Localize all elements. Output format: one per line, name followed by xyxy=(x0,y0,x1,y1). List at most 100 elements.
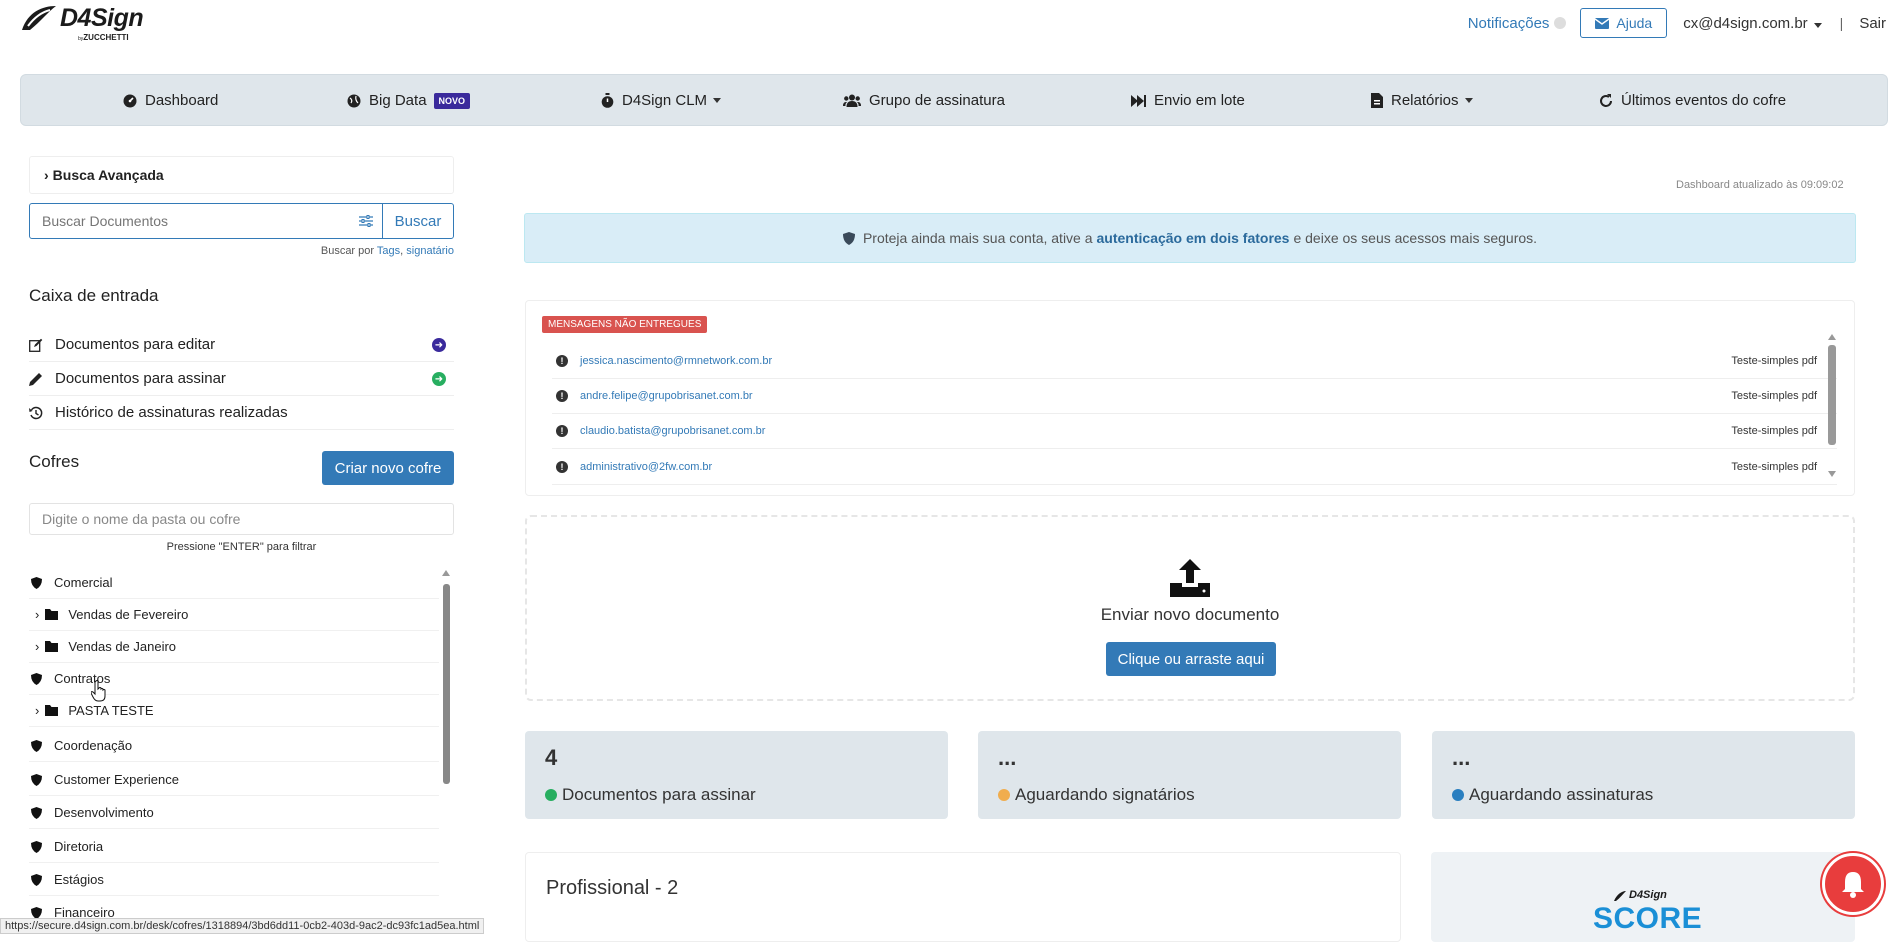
shield-icon xyxy=(31,906,42,919)
dashboard-icon xyxy=(123,94,137,107)
folder-item[interactable]: › Vendas de Fevereiro xyxy=(29,599,439,631)
score-panel[interactable]: D4Sign SCORE xyxy=(1431,852,1855,942)
logo-text: D4Sign xyxy=(60,4,144,32)
inbox-item-edit[interactable]: Documentos para editar ➜ xyxy=(29,328,454,362)
folder-icon xyxy=(45,641,59,652)
notification-dot-icon xyxy=(1554,17,1567,29)
scroll-up-icon[interactable] xyxy=(1828,334,1836,340)
filter-settings-icon[interactable] xyxy=(349,204,383,238)
exclamation-icon: ! xyxy=(556,425,568,437)
scroll-down-icon[interactable] xyxy=(1828,471,1836,477)
nav-grupo-assinatura[interactable]: Grupo de assinatura xyxy=(843,92,1005,109)
folder-item[interactable]: › Vendas de Janeiro xyxy=(29,631,439,663)
history-icon xyxy=(29,406,49,420)
two-factor-link[interactable]: autenticação em dois fatores xyxy=(1097,230,1290,246)
upload-button[interactable]: Clique ou arraste aqui xyxy=(1106,642,1276,676)
edit-icon xyxy=(29,338,49,352)
undelivered-row[interactable]: ! administrativo@2fw.com.br Teste-simple… xyxy=(552,450,1837,485)
new-badge: NOVO xyxy=(433,92,471,109)
recipient-email[interactable]: andre.felipe@grupobrisanet.com.br xyxy=(580,390,753,402)
recipient-email[interactable]: claudio.batista@grupobrisanet.com.br xyxy=(580,425,765,437)
inbox-item-history[interactable]: Histórico de assinaturas realizadas xyxy=(29,396,454,430)
globe-icon xyxy=(347,94,361,107)
nav-big-data[interactable]: Big Data NOVO xyxy=(347,92,471,109)
cofre-item[interactable]: Desenvolvimento xyxy=(29,797,439,829)
stat-value: ... xyxy=(998,745,1017,770)
cofre-item[interactable]: Diretoria xyxy=(29,831,439,863)
user-menu[interactable]: cx@d4sign.com.br xyxy=(1683,14,1822,32)
nav-label: Envio em lote xyxy=(1154,92,1245,109)
cofre-filter-input[interactable]: Digite o nome da pasta ou cofre xyxy=(29,503,454,535)
d4sign-logo[interactable]: D4Sign byZUCCHETTI xyxy=(18,4,144,42)
inbox-item-sign[interactable]: Documentos para assinar ➜ xyxy=(29,362,454,396)
stat-card-awaiting-signers[interactable]: ... Aguardando signatários xyxy=(978,731,1401,819)
search-button[interactable]: Buscar xyxy=(383,204,453,238)
cofre-item[interactable]: Customer Experience xyxy=(29,764,439,796)
main-nav: Dashboard Big Data NOVO D4Sign CLM Grupo… xyxy=(20,74,1888,126)
pencil-icon xyxy=(29,372,49,386)
inbox-title: Caixa de entrada xyxy=(29,286,159,305)
arrow-right-icon: ➜ xyxy=(432,372,446,386)
nav-label: Grupo de assinatura xyxy=(869,92,1005,109)
document-search: Buscar xyxy=(29,203,454,239)
help-button[interactable]: Ajuda xyxy=(1580,8,1668,38)
cofre-item[interactable]: Comercial xyxy=(29,567,439,599)
status-dot-icon xyxy=(545,789,557,801)
signer-link[interactable]: signatário xyxy=(406,245,454,257)
nav-label: Relatórios xyxy=(1391,92,1459,109)
recipient-email[interactable]: jessica.nascimento@rmnetwork.com.br xyxy=(580,355,772,367)
shield-icon xyxy=(31,739,42,752)
nav-envio-lote[interactable]: Envio em lote xyxy=(1131,92,1245,109)
nav-relatorios[interactable]: Relatórios xyxy=(1371,92,1473,109)
notifications-link[interactable]: Notificações xyxy=(1468,15,1567,32)
chevron-right-icon[interactable]: › xyxy=(35,639,39,654)
stat-label: Aguardando assinaturas xyxy=(1469,785,1654,804)
cofre-tree: Comercial › Vendas de Fevereiro › Vendas… xyxy=(29,567,439,929)
scroll-up-icon[interactable] xyxy=(442,570,450,576)
stat-value: ... xyxy=(1452,745,1471,770)
user-email: cx@d4sign.com.br xyxy=(1683,14,1808,32)
top-header: D4Sign byZUCCHETTI Notificações Ajuda cx… xyxy=(0,0,1904,54)
nav-label: D4Sign CLM xyxy=(622,92,708,109)
advanced-search-toggle[interactable]: › Busca Avançada xyxy=(29,156,454,194)
nav-label: Big Data xyxy=(369,92,427,109)
undelivered-row[interactable]: ! claudio.batista@grupobrisanet.com.br T… xyxy=(552,414,1837,449)
plan-title: Profissional - 2 xyxy=(546,877,679,899)
recipient-email[interactable]: administrativo@2fw.com.br xyxy=(580,461,712,473)
nav-d4sign-clm[interactable]: D4Sign CLM xyxy=(601,92,722,109)
envelope-icon xyxy=(1595,17,1610,29)
nav-label: Últimos eventos do cofre xyxy=(1621,92,1787,109)
cofre-item[interactable]: Coordenação xyxy=(29,730,439,762)
refresh-icon xyxy=(1600,93,1612,107)
stat-card-to-sign[interactable]: 4 Documentos para assinar xyxy=(525,731,948,819)
fast-forward-icon xyxy=(1131,94,1146,107)
search-input[interactable] xyxy=(30,204,349,238)
cofre-filter-hint: Pressione "ENTER" para filtrar xyxy=(166,541,317,553)
header-separator: | xyxy=(1839,15,1844,31)
tags-link[interactable]: Tags xyxy=(377,245,400,257)
chevron-right-icon[interactable]: › xyxy=(35,607,39,622)
upload-dropzone[interactable]: Enviar novo documento Clique ou arraste … xyxy=(525,515,1855,701)
notifications-label: Notificações xyxy=(1467,14,1550,32)
folder-icon xyxy=(45,609,59,620)
logout-link[interactable]: Sair xyxy=(1859,15,1886,32)
stat-card-awaiting-signatures[interactable]: ... Aguardando assinaturas xyxy=(1432,731,1855,819)
cofre-item[interactable]: Estágios xyxy=(29,864,439,896)
create-cofre-button[interactable]: Criar novo cofre xyxy=(322,451,454,485)
chevron-right-icon[interactable]: › xyxy=(35,703,39,718)
stat-label: Documentos para assinar xyxy=(562,785,756,804)
shield-icon xyxy=(31,873,42,886)
plan-panel: Profissional - 2 xyxy=(525,852,1401,942)
report-icon xyxy=(1371,93,1383,108)
tree-scrollbar[interactable] xyxy=(443,584,450,784)
nav-dashboard[interactable]: Dashboard xyxy=(123,92,218,109)
browser-status-bar: https://secure.d4sign.com.br/desk/cofres… xyxy=(0,918,485,934)
nav-ultimos-eventos[interactable]: Últimos eventos do cofre xyxy=(1599,92,1786,109)
messages-scrollbar[interactable] xyxy=(1828,345,1836,445)
hand-cursor-icon xyxy=(91,680,106,702)
inbox-item-label: Documentos para assinar xyxy=(55,370,226,387)
notification-bell-button[interactable] xyxy=(1822,853,1884,915)
undelivered-row[interactable]: ! jessica.nascimento@rmnetwork.com.br Te… xyxy=(552,344,1837,379)
exclamation-icon: ! xyxy=(556,461,568,473)
undelivered-row[interactable]: ! andre.felipe@grupobrisanet.com.br Test… xyxy=(552,379,1837,414)
